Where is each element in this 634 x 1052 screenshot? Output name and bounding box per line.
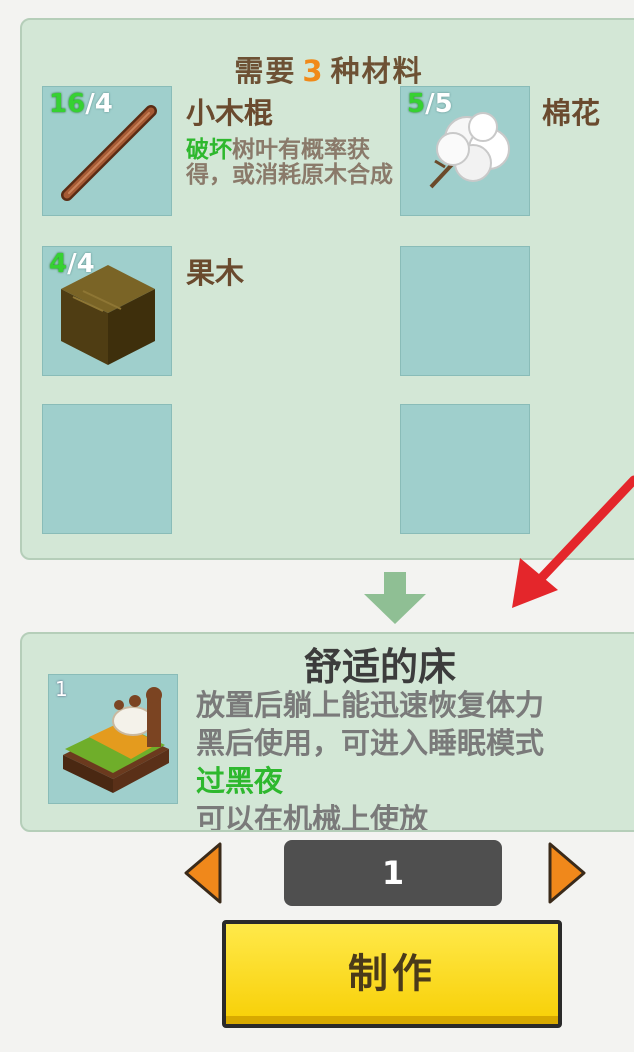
material-slot-fruitwood[interactable]: 4/4	[42, 246, 172, 376]
material-count: 4/4	[49, 249, 95, 279]
increase-quantity-button[interactable]	[546, 840, 588, 906]
decrease-quantity-button[interactable]	[182, 840, 224, 906]
material-name-stick: 小木棍	[186, 96, 274, 130]
down-arrow-icon	[364, 572, 426, 624]
empty-material-slot	[400, 246, 530, 376]
result-description: 放置后躺上能迅速恢复体力 黑后使用，可进入睡眠模式 过黑夜 可以在机械上使放	[196, 686, 634, 832]
quantity-display[interactable]: 1	[284, 840, 502, 906]
bed-icon	[63, 687, 169, 793]
material-slot-cotton[interactable]: 5/5	[400, 86, 530, 216]
result-desc-highlight: 过黑夜	[196, 764, 284, 798]
material-count: 5/5	[407, 89, 453, 119]
result-desc-line: 可以在机械上使放	[196, 802, 429, 832]
result-panel: 1 舒适的床 放置后躺上能迅速恢复体力 黑后使用，可进入睡眠模式 过黑夜 可以在…	[20, 632, 634, 832]
material-slot-stick[interactable]: 16/4	[42, 86, 172, 216]
material-name-fruitwood: 果木	[186, 256, 245, 290]
empty-material-slot	[42, 404, 172, 534]
material-count: 16/4	[49, 89, 113, 119]
material-name-cotton: 棉花	[542, 96, 601, 130]
requirements-prefix: 需要	[234, 54, 297, 88]
red-pointer-arrow-icon	[512, 475, 634, 608]
requirements-count: 3	[302, 54, 325, 88]
result-desc-line: 黑后使用，可进入睡眠模式	[196, 726, 545, 760]
requirements-title: 需要 3 种材料	[22, 48, 634, 90]
result-slot-bed[interactable]: 1	[48, 674, 178, 804]
requirements-suffix: 种材料	[330, 54, 424, 88]
result-quantity: 1	[55, 677, 68, 701]
material-desc-stick: 破坏树叶有概率获得，或消耗原木合成	[186, 137, 393, 188]
result-desc-line: 放置后躺上能迅速恢复体力	[196, 688, 545, 722]
result-name: 舒适的床	[304, 645, 457, 689]
craft-button[interactable]: 制作	[222, 920, 562, 1028]
